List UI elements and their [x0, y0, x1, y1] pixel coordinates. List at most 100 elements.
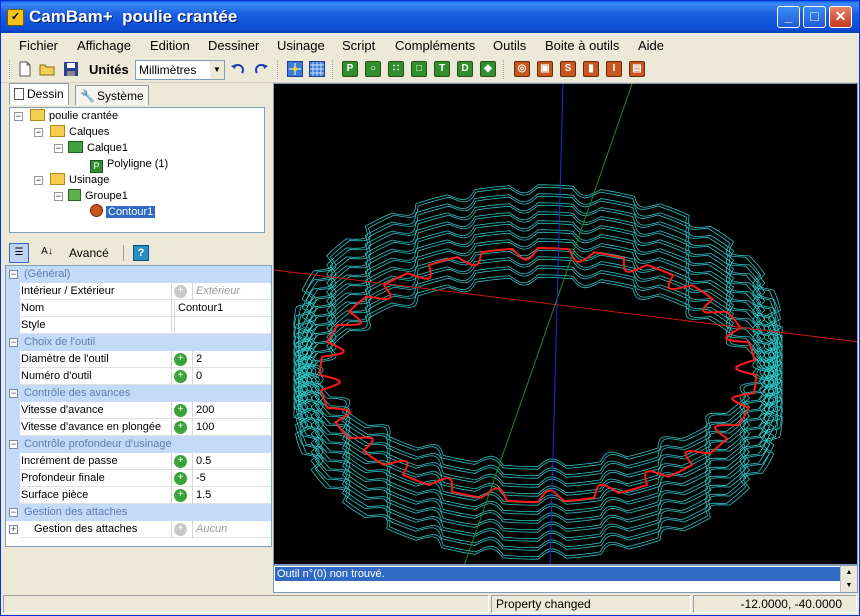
menu-aide[interactable]: Aide [638, 38, 664, 53]
add-icon[interactable]: + [174, 285, 187, 298]
menu-usinage[interactable]: Usinage [277, 38, 325, 53]
property-row-profondeur[interactable]: Profondeur finale + -5 [6, 470, 271, 487]
scrollbar[interactable]: ▲ ▼ [840, 566, 857, 592]
undo-icon[interactable] [230, 61, 246, 77]
toolbar-grip[interactable] [332, 60, 335, 79]
property-row-interieur-exterieur[interactable]: Intérieur / Extérieur + Extérieur [6, 283, 271, 300]
collapse-toggle[interactable]: − [9, 389, 18, 398]
expand-toggle[interactable]: + [9, 525, 18, 534]
message-line[interactable]: Outil n°(0) non trouvé. [275, 567, 841, 581]
open-folder-icon[interactable] [39, 61, 55, 77]
collapse-toggle[interactable]: − [54, 192, 63, 201]
property-value[interactable]: 2 [192, 351, 271, 368]
tree-node-groupe1[interactable]: Groupe1 [68, 188, 128, 204]
redo-icon[interactable] [253, 61, 269, 77]
property-value[interactable]: Aucun [192, 521, 271, 538]
advanced-toggle[interactable]: Avancé [69, 246, 109, 260]
tree-node-polyligne[interactable]: P Polyligne (1) [90, 156, 168, 173]
lathe-op-icon[interactable]: I [606, 61, 622, 77]
message-log[interactable]: Outil n°(0) non trouvé. ▲ ▼ [273, 565, 858, 593]
chevron-down-icon[interactable]: ▼ [210, 61, 224, 79]
property-value[interactable]: Contour1 [174, 300, 271, 317]
menu-script[interactable]: Script [342, 38, 375, 53]
help-icon[interactable]: ? [133, 245, 149, 261]
menu-outils[interactable]: Outils [493, 38, 526, 53]
menu-dessiner[interactable]: Dessiner [208, 38, 259, 53]
toolbar-grip[interactable] [277, 60, 280, 79]
collapse-toggle[interactable]: − [34, 128, 43, 137]
property-value[interactable]: 200 [192, 402, 271, 419]
gcode-op-icon[interactable]: ▤ [629, 61, 645, 77]
sort-alpha-icon[interactable]: A↓ [37, 243, 57, 263]
add-icon[interactable]: + [174, 370, 187, 383]
property-value[interactable]: Extérieur [192, 283, 271, 300]
viewport-canvas[interactable] [274, 84, 858, 565]
tab-systeme[interactable]: 🔧 Système [75, 85, 149, 105]
collapse-toggle[interactable]: − [9, 440, 18, 449]
scroll-up-icon[interactable]: ▲ [841, 566, 857, 579]
category-avances[interactable]: − Contrôle des avances [6, 385, 271, 402]
engrave-op-icon[interactable]: S [560, 61, 576, 77]
profile-op-icon[interactable]: ◎ [514, 61, 530, 77]
rectangle-tool-icon[interactable]: □ [411, 61, 427, 77]
polyline-tool-icon[interactable]: P [342, 61, 358, 77]
property-value[interactable]: 1.5 [192, 487, 271, 504]
collapse-toggle[interactable]: − [14, 112, 23, 121]
menu-boite-a-outils[interactable]: Boite à outils [545, 38, 619, 53]
tab-dessin[interactable]: Dessin [9, 83, 69, 105]
property-value[interactable]: -5 [192, 470, 271, 487]
add-icon[interactable]: + [174, 404, 187, 417]
text-tool-icon[interactable]: T [434, 61, 450, 77]
toolbar-grip[interactable] [9, 60, 12, 79]
property-row-increment[interactable]: Incrément de passe + 0.5 [6, 453, 271, 470]
snap-grid-icon[interactable] [287, 61, 303, 77]
contour-polyline[interactable] [319, 247, 757, 503]
add-icon[interactable]: + [174, 455, 187, 468]
close-button[interactable]: ✕ [829, 6, 852, 28]
property-row-surface[interactable]: Surface pièce + 1.5 [6, 487, 271, 504]
tree-node-contour1[interactable]: Contour1 [90, 204, 156, 220]
add-icon[interactable]: + [174, 353, 187, 366]
menu-edition[interactable]: Edition [150, 38, 190, 53]
grid-icon[interactable] [309, 61, 325, 77]
property-row-vitesse-plongee[interactable]: Vitesse d'avance en plongée + 100 [6, 419, 271, 436]
arc-tool-icon[interactable]: D [457, 61, 473, 77]
minimize-button[interactable]: _ [777, 6, 800, 28]
pocket-op-icon[interactable]: ▣ [537, 61, 553, 77]
save-icon[interactable] [63, 61, 79, 77]
categorized-view-icon[interactable]: ☰ [9, 243, 29, 263]
collapse-toggle[interactable]: − [9, 270, 18, 279]
tree-node-usinage[interactable]: Usinage [50, 172, 109, 188]
category-general[interactable]: − (Général) [6, 266, 271, 283]
collapse-toggle[interactable]: − [54, 144, 63, 153]
points-tool-icon[interactable]: ∷ [388, 61, 404, 77]
toolbar-grip[interactable] [503, 60, 506, 79]
property-row-nom[interactable]: Nom Contour1 [6, 300, 271, 317]
property-value[interactable]: 0 [192, 368, 271, 385]
drill-op-icon[interactable]: ▮ [583, 61, 599, 77]
property-value[interactable]: 0.5 [192, 453, 271, 470]
category-outil[interactable]: − Choix de l'outil [6, 334, 271, 351]
circle-tool-icon[interactable]: ○ [365, 61, 381, 77]
add-icon[interactable]: + [174, 523, 187, 536]
property-value[interactable]: 100 [192, 419, 271, 436]
scroll-down-icon[interactable]: ▼ [841, 579, 857, 592]
add-icon[interactable]: + [174, 472, 187, 485]
units-dropdown[interactable]: Millimètres ▼ [135, 60, 225, 80]
collapse-toggle[interactable]: − [9, 338, 18, 347]
tree-node-calques[interactable]: Calques [50, 124, 109, 140]
new-file-icon[interactable] [17, 61, 33, 77]
tree-node-calque1[interactable]: Calque1 [68, 140, 128, 156]
drawing-viewport[interactable] [273, 83, 858, 565]
menu-complements[interactable]: Compléments [395, 38, 475, 53]
menu-fichier[interactable]: Fichier [19, 38, 58, 53]
property-row-vitesse[interactable]: Vitesse d'avance + 200 [6, 402, 271, 419]
surface-tool-icon[interactable]: ◆ [480, 61, 496, 77]
category-attaches[interactable]: − Gestion des attaches [6, 504, 271, 521]
property-row-style[interactable]: Style [6, 317, 271, 334]
add-icon[interactable]: + [174, 421, 187, 434]
property-row-diametre[interactable]: Diamètre de l'outil + 2 [6, 351, 271, 368]
menu-affichage[interactable]: Affichage [77, 38, 131, 53]
property-row-numero[interactable]: Numéro d'outil + 0 [6, 368, 271, 385]
collapse-toggle[interactable]: − [9, 508, 18, 517]
